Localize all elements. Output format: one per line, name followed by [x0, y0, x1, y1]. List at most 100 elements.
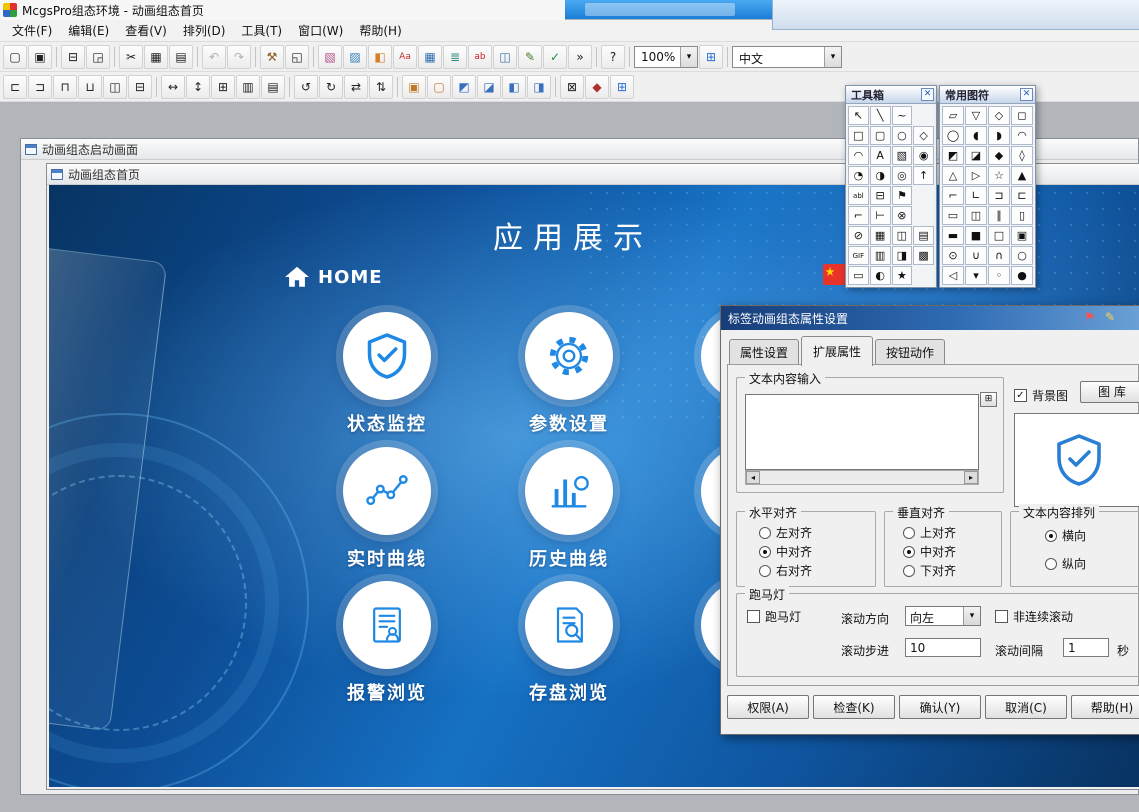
send-to-back-icon[interactable]: ◪	[477, 75, 501, 99]
marquee-checkbox[interactable]: 跑马灯	[747, 608, 801, 625]
align-vcenter-icon[interactable]: ⊟	[128, 75, 152, 99]
flip-horizontal-icon[interactable]: ⇄	[344, 75, 368, 99]
cut-icon[interactable]: ✂	[119, 45, 143, 69]
vertical-rect-shape-icon[interactable]: ▯	[1011, 206, 1033, 225]
hmi-tile-status-monitor[interactable]: 状态监控	[327, 312, 447, 436]
dial-tool-icon[interactable]: ⊘	[848, 226, 869, 245]
radio-align-bottom[interactable]: 下对齐	[903, 562, 956, 579]
angle-shape-icon[interactable]: ⌐	[942, 186, 964, 205]
diamond-shape-icon[interactable]: ◇	[988, 106, 1010, 125]
pipe-tool-icon[interactable]: ⊢	[870, 206, 891, 225]
hmi-tile-alarm-browse[interactable]: 报警浏览	[327, 581, 447, 705]
pointer-tool-icon[interactable]: ↖	[848, 106, 869, 125]
dialog-titlebar[interactable]: 标签动画组态属性设置 ⚑ ✎	[721, 306, 1139, 330]
ungroup-icon[interactable]: ▢	[427, 75, 451, 99]
stop-icon[interactable]: ◱	[285, 45, 309, 69]
tab-order-icon[interactable]: »	[568, 45, 592, 69]
bracket-left-shape-icon[interactable]: ⊏	[1011, 186, 1033, 205]
corner-square-alt-shape-icon[interactable]: ◪	[965, 146, 987, 165]
scroll-step-input[interactable]: 10	[905, 638, 981, 657]
redo-icon[interactable]: ↷	[227, 45, 251, 69]
send-backward-icon[interactable]: ◨	[527, 75, 551, 99]
same-width-icon[interactable]: ↔	[161, 75, 185, 99]
strategy-config-icon[interactable]: ▧	[318, 45, 342, 69]
radio-horizontal[interactable]: 横向	[1045, 527, 1086, 544]
triangle-left-shape-icon[interactable]: ◁	[942, 266, 964, 285]
indicator-tool-icon[interactable]: ◎	[892, 166, 913, 185]
zoom-combo[interactable]: 100%▾	[634, 46, 698, 68]
rounded-rect-tool-icon[interactable]: ▢	[870, 126, 891, 145]
group-icon[interactable]: ▣	[402, 75, 426, 99]
small-diamond-shape-icon[interactable]: ◦	[988, 266, 1010, 285]
hmi-tile-storage-browse[interactable]: 存盘浏览	[509, 581, 629, 705]
text-tool-icon[interactable]: A	[870, 146, 891, 165]
small-triangle-shape-icon[interactable]: ▾	[965, 266, 987, 285]
panel-tool-icon[interactable]: ▤	[913, 226, 934, 245]
flag-tool-icon[interactable]: ⚑	[892, 186, 913, 205]
radio-icon[interactable]	[903, 527, 915, 539]
permission-button[interactable]: 权限(A)	[727, 695, 809, 719]
report-icon[interactable]: ▦	[418, 45, 442, 69]
menu-window[interactable]: 窗口(W)	[290, 19, 351, 42]
bracket-right-shape-icon[interactable]: ⊐	[988, 186, 1010, 205]
radio-icon[interactable]	[759, 527, 771, 539]
half-circle-right-shape-icon[interactable]: ◗	[988, 126, 1010, 145]
bring-to-front-icon[interactable]: ◩	[452, 75, 476, 99]
circled-dot-shape-icon[interactable]: ⊙	[942, 246, 964, 265]
triangle-filled-shape-icon[interactable]: ▲	[1011, 166, 1033, 185]
arc-tool-icon[interactable]: ◠	[848, 146, 869, 165]
same-size-icon[interactable]: ⊞	[211, 75, 235, 99]
radio-icon[interactable]	[759, 565, 771, 577]
rect-shape-icon[interactable]: ▭	[942, 206, 964, 225]
table-tool-icon[interactable]: ▦	[870, 226, 891, 245]
edit-box-tool-icon[interactable]: ⊟	[870, 186, 891, 205]
bitmap-tool-icon[interactable]: ▧	[892, 146, 913, 165]
noncontinuous-checkbox[interactable]: 非连续滚动	[995, 608, 1073, 625]
union-shape-icon[interactable]: ∪	[965, 246, 987, 265]
ellipse-tool-icon[interactable]: ○	[892, 126, 913, 145]
window-properties-icon[interactable]: ◫	[493, 45, 517, 69]
syntax-check-icon[interactable]: ✓	[543, 45, 567, 69]
radio-align-left[interactable]: 左对齐	[759, 524, 812, 541]
dot-square-shape-icon[interactable]: ▣	[1011, 226, 1033, 245]
menu-tools[interactable]: 工具(T)	[233, 19, 290, 42]
horizontal-scrollbar[interactable]: ◂ ▸	[745, 470, 979, 485]
scroll-left-icon[interactable]: ◂	[746, 471, 760, 484]
circle-shape-icon[interactable]: ◯	[942, 126, 964, 145]
chevron-down-icon[interactable]: ▾	[680, 47, 697, 67]
menu-edit[interactable]: 编辑(E)	[60, 19, 117, 42]
parallel-lines-shape-icon[interactable]: ∥	[988, 206, 1010, 225]
gallery-button[interactable]: 图 库	[1080, 381, 1139, 403]
outline-square-shape-icon[interactable]: □	[988, 226, 1010, 245]
new-window-icon[interactable]: ▢	[3, 45, 27, 69]
checkbox-icon[interactable]	[747, 610, 760, 623]
equal-hspacing-icon[interactable]: ▥	[236, 75, 260, 99]
bar-shape-icon[interactable]: ▬	[942, 226, 964, 245]
same-height-icon[interactable]: ↕	[186, 75, 210, 99]
tab-button-action[interactable]: 按钮动作	[875, 339, 945, 365]
animation-config-icon[interactable]: ◧	[368, 45, 392, 69]
checkbox-checked-icon[interactable]: ✓	[1014, 389, 1027, 402]
scroll-interval-input[interactable]: 1	[1063, 638, 1109, 657]
filled-square-shape-icon[interactable]: ■	[965, 226, 987, 245]
flip-vertical-icon[interactable]: ⇅	[369, 75, 393, 99]
menu-help[interactable]: 帮助(H)	[351, 19, 409, 42]
paste-icon[interactable]: ▤	[169, 45, 193, 69]
script-edit-icon[interactable]: ✎	[518, 45, 542, 69]
star-tool-icon[interactable]: ★	[892, 266, 913, 285]
hmi-tile-history-curve[interactable]: 历史曲线	[509, 447, 629, 571]
save-icon[interactable]: ▣	[28, 45, 52, 69]
radio-align-vcenter[interactable]: 中对齐	[903, 543, 956, 560]
radio-vertical[interactable]: 纵向	[1045, 555, 1086, 572]
radio-selected-icon[interactable]	[759, 546, 771, 558]
gauge-tool-icon[interactable]: ◑	[870, 166, 891, 185]
radio-icon[interactable]	[1045, 558, 1057, 570]
menu-view[interactable]: 查看(V)	[117, 19, 175, 42]
triangle-right-shape-icon[interactable]: ▷	[965, 166, 987, 185]
fit-window-icon[interactable]: ⊞	[699, 45, 723, 69]
arrow-tool-icon[interactable]: ↑	[913, 166, 934, 185]
rect-tool-icon[interactable]: □	[848, 126, 869, 145]
animation-tool-icon[interactable]: ▥	[870, 246, 891, 265]
scroll-direction-combo[interactable]: 向左 ▾	[905, 606, 981, 626]
square-shape-icon[interactable]: ◻	[1011, 106, 1033, 125]
